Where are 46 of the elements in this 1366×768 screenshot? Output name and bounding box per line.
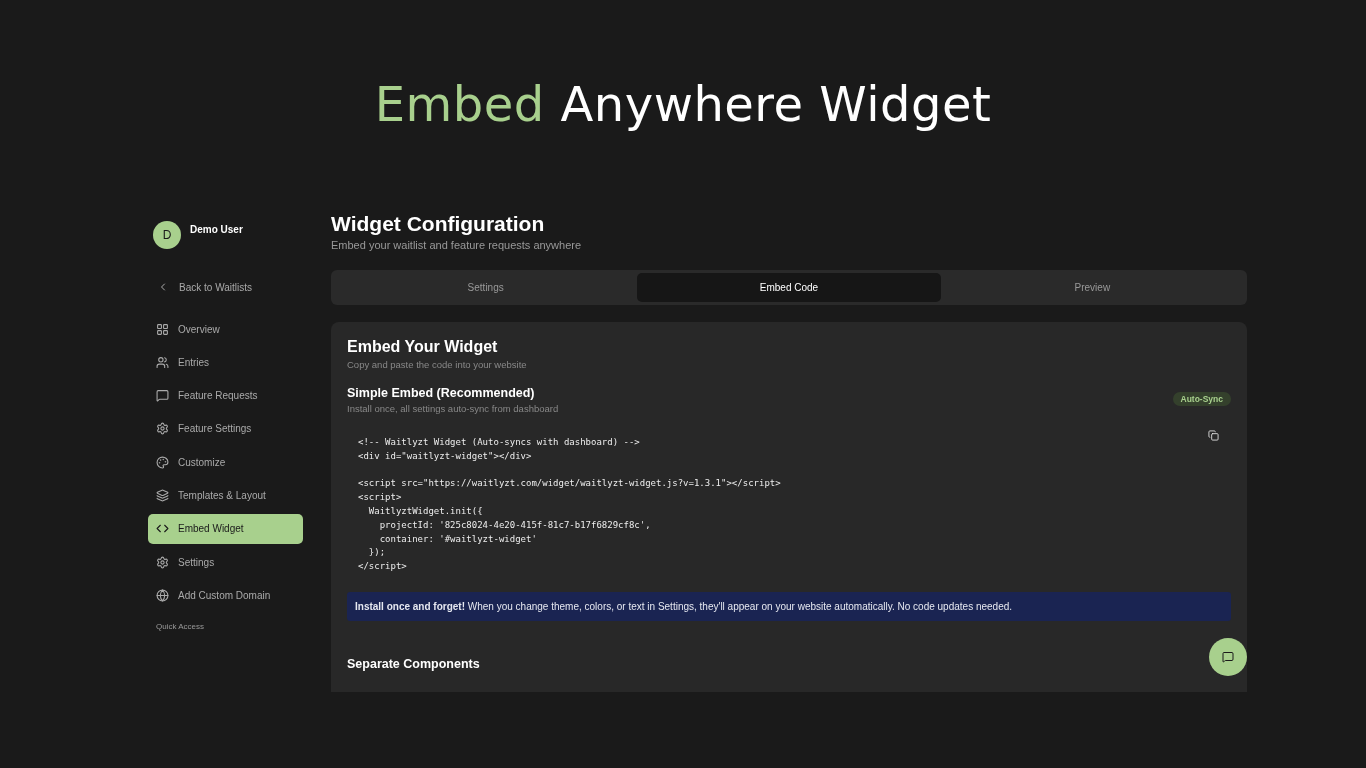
sidebar-item[interactable]: Overview [148, 314, 303, 344]
code-line: <script> [358, 491, 402, 505]
sidebar-item[interactable]: Entries [148, 347, 303, 378]
copy-button[interactable] [1206, 428, 1221, 443]
status-badge: Auto-Sync [1172, 392, 1231, 406]
chat-icon [1222, 651, 1234, 663]
sidebar-item[interactable]: Feature Settings [148, 413, 303, 444]
tab[interactable]: Embed Code [637, 273, 941, 302]
tab[interactable]: Settings [334, 273, 638, 302]
globe-icon [156, 588, 169, 602]
layers-icon [156, 489, 169, 502]
code-line: </script> [358, 560, 407, 574]
section-title: Separate Components [347, 656, 481, 671]
code-line: projectId: '825c8024-4e20-415f-81c7-b17f6829cf8c', [378, 518, 651, 532]
user-name: Demo User [190, 224, 243, 236]
chat-icon [156, 389, 169, 403]
code-line: container: '#waitlyzt-widget' [378, 532, 537, 546]
avatar: D [153, 221, 181, 249]
info-banner: Install once and forget! When you change theme, colors, or text in Settings, they'll appear on your website automatically. No code updates needed. [347, 591, 1231, 621]
sidebar-item[interactable]: Add Custom Domain [148, 580, 303, 611]
users-icon [156, 355, 169, 369]
sidebar-item[interactable]: Feature Requests [148, 380, 303, 411]
back-link[interactable]: Back to Waitlists [148, 272, 303, 302]
sidebar-item[interactable]: Customize [148, 447, 303, 478]
card-subtitle: Copy and paste the code into your website [347, 359, 528, 370]
section-label: Quick Access [155, 621, 205, 631]
code-line: WaitlyztWidget.init({ [367, 505, 483, 518]
tab[interactable]: Preview [940, 273, 1244, 302]
page-subtitle: Embed your waitlist and feature requests anywhere [331, 239, 583, 251]
code-line: <div id="waitlyzt-widget"></div> [358, 449, 532, 463]
code-line: }); [367, 546, 386, 560]
settings-icon [156, 422, 169, 436]
settings-icon [156, 555, 169, 569]
code-line: <script src="https://waitlyzt.com/widget/waitlyzt-widget.js?v=1.3.1"></script> [358, 477, 781, 491]
sidebar-item[interactable]: Templates & Layout [148, 480, 303, 511]
sidebar-item[interactable]: Embed Widget [148, 513, 303, 544]
page-title: Widget Configuration [331, 212, 546, 236]
headline: Embed Anywhere Widget [373, 75, 993, 134]
sidebar-item[interactable]: Settings [148, 547, 303, 578]
code-line: <!-- Waitlyzt Widget (Auto-syncs with dashboard) --> [358, 436, 640, 449]
section-title: Simple Embed (Recommended) [347, 386, 536, 400]
card-title: Embed Your Widget [347, 338, 499, 356]
copy-icon [1208, 430, 1219, 441]
palette-icon [156, 455, 169, 469]
grid-icon [156, 322, 169, 336]
section-subtitle: Install once, all settings auto-sync from dashboard [347, 403, 559, 414]
